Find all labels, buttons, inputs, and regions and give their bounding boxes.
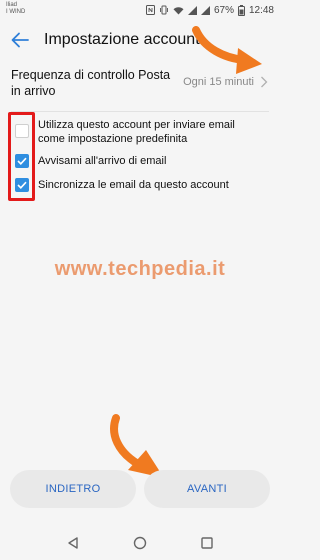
signal-icon-2 — [200, 5, 210, 15]
arrow-back-icon — [11, 32, 29, 48]
highlight-annotation — [8, 112, 35, 201]
carrier-label: Iliad I WIND — [6, 2, 25, 16]
carrier-line1: Iliad — [6, 2, 18, 8]
back-button[interactable] — [8, 28, 32, 52]
circle-home-icon — [133, 536, 147, 550]
option-sync-email[interactable]: Sincronizza le email da questo account — [0, 175, 280, 195]
check-frequency-label: Frequenza di controllo Posta in arrivo — [11, 68, 171, 98]
watermark: www.techpedia.it — [54, 258, 226, 280]
signal-icon — [187, 5, 197, 15]
option-sync-email-label: Sincronizza le email da questo account — [38, 179, 229, 191]
option-notify-email[interactable]: Avvisami all'arrivo di email — [0, 151, 280, 171]
option-default-account-label: Utilizza questo account per inviare emai… — [38, 119, 235, 145]
page-title: Impostazione account — [44, 31, 200, 48]
nav-back-button[interactable] — [64, 534, 82, 552]
carrier-line2: I WIND — [6, 9, 26, 15]
battery-icon — [237, 4, 245, 16]
back-step-button[interactable]: INDIETRO — [10, 470, 136, 508]
battery-percent: 67% — [213, 4, 234, 16]
status-icons: 67% 12:48 — [145, 3, 274, 17]
nav-home-button[interactable] — [131, 534, 149, 552]
wifi-icon — [173, 6, 184, 15]
next-button[interactable]: AVANTI — [144, 470, 270, 508]
divider — [11, 111, 269, 112]
nfc-icon — [145, 5, 155, 15]
square-recents-icon — [201, 537, 213, 549]
vibrate-icon — [159, 5, 169, 15]
status-bar: Iliad I WIND 67% 12:48 — [0, 0, 280, 20]
button-bar: INDIETRO AVANTI — [0, 462, 280, 514]
nav-recents-button[interactable] — [198, 534, 216, 552]
arrow-annotation-top — [192, 26, 262, 74]
clock: 12:48 — [248, 4, 274, 16]
option-default-account[interactable]: Utilizza questo account per inviare emai… — [0, 116, 280, 150]
option-notify-email-label: Avvisami all'arrivo di email — [38, 155, 167, 167]
triangle-back-icon — [68, 537, 78, 549]
navigation-bar — [0, 525, 280, 560]
